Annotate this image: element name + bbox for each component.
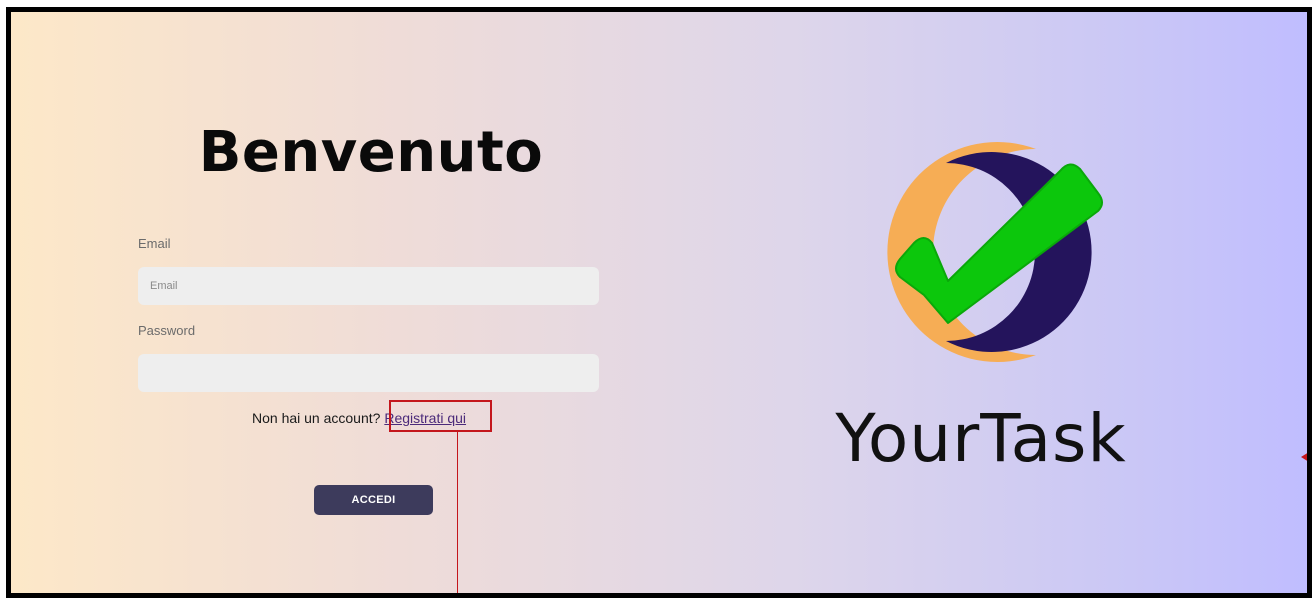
password-input[interactable] <box>138 354 599 392</box>
page-title: Benvenuto <box>198 120 544 185</box>
email-input[interactable] <box>138 267 599 305</box>
email-label: Email <box>138 236 171 251</box>
annotation-highlight-box <box>389 400 492 432</box>
register-prompt-text: Non hai un account? <box>252 410 381 426</box>
login-button[interactable]: ACCEDI <box>314 485 433 515</box>
checkmark-circle-logo-icon <box>887 141 1103 362</box>
app-window: Benvenuto Email Password Non hai un acco… <box>6 7 1312 598</box>
annotation-leader-line <box>457 432 458 593</box>
annotation-arrow-icon <box>1301 452 1307 462</box>
brand-name: YourTask <box>835 400 1127 477</box>
password-label: Password <box>138 323 196 338</box>
